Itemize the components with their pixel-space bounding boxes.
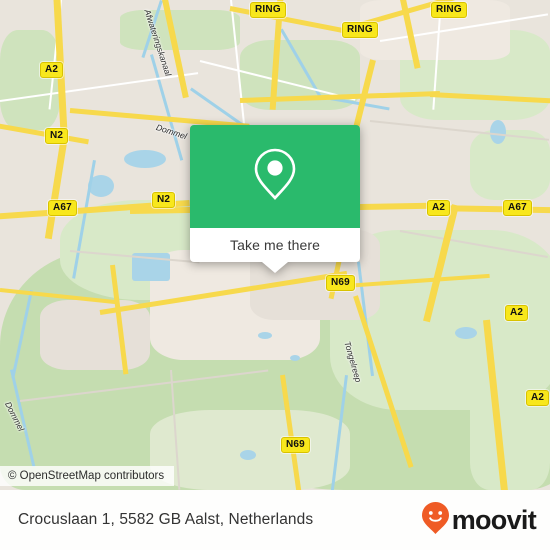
moovit-wordmark: moovit: [451, 504, 537, 535]
take-me-there-label: Take me there: [229, 237, 320, 253]
street-label-2: Tongelreep: [342, 340, 364, 384]
moovit-logo[interactable]: moovit: [421, 501, 537, 540]
map-screenshot: A2 RING RING RING N2 N2 A67 A2 A67 N69 A2 A2 N69 Afw…: [0, 0, 550, 550]
address-label: Crocuslaan 1, 5582 GB Aalst, Netherlands: [18, 511, 314, 528]
osm-attribution[interactable]: © OpenStreetMap contributors: [0, 466, 175, 486]
map-pin-icon: [252, 146, 298, 207]
moovit-smiley-pin-icon: [421, 501, 450, 540]
street-label-0: Afwateringskanaal: [142, 8, 174, 78]
location-callout-card[interactable]: Take me there: [190, 125, 360, 273]
card-header: [190, 125, 360, 228]
bottom-bar: Crocuslaan 1, 5582 GB Aalst, Netherlands…: [0, 490, 550, 550]
take-me-there-button[interactable]: Take me there: [190, 228, 360, 262]
street-label-1: Dommel: [154, 122, 189, 142]
callout-pointer: [262, 262, 288, 273]
street-label-3: Dommel: [3, 400, 27, 433]
